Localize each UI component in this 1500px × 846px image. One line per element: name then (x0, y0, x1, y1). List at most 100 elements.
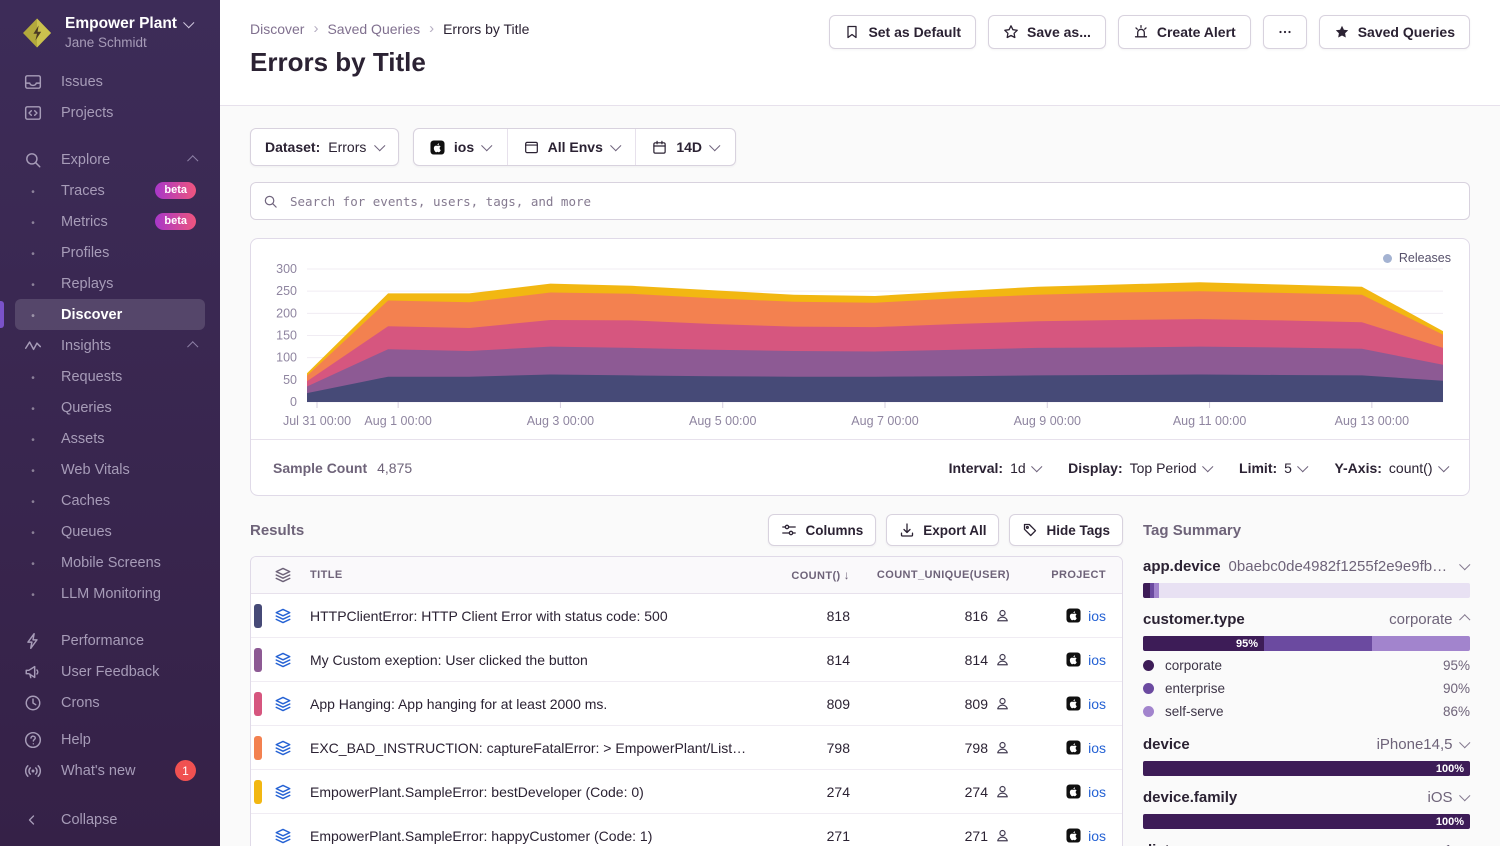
sidebar-item-assets[interactable]: Assets (15, 423, 205, 454)
columns-button[interactable]: Columns (768, 514, 876, 546)
breadcrumb-saved-queries[interactable]: Saved Queries (327, 21, 420, 37)
chevron-up-icon[interactable] (1459, 615, 1470, 626)
chevron-down-icon[interactable] (1459, 559, 1470, 570)
saved-queries-button[interactable]: Saved Queries (1319, 15, 1470, 49)
facet-legend-row: enterprise90% (1143, 677, 1470, 700)
breadcrumb-discover[interactable]: Discover (250, 21, 304, 37)
sidebar-item-traces[interactable]: Tracesbeta (15, 175, 205, 206)
user-feedback-icon (24, 663, 42, 681)
facet-legend-row: corporate95% (1143, 654, 1470, 677)
facet-top-value: 0baebc0de4982f1255f2e9e9fb7… (1229, 558, 1453, 575)
facet-header[interactable]: customer.typecorporate (1143, 609, 1470, 629)
search-input[interactable] (288, 193, 1457, 210)
sidebar-item-requests[interactable]: Requests (15, 361, 205, 392)
svg-text:Aug 7 00:00: Aug 7 00:00 (851, 414, 918, 428)
project-filter[interactable]: ios (414, 129, 507, 165)
sidebar-item-label: Queues (61, 524, 112, 540)
project-link[interactable]: ios (1088, 652, 1106, 668)
sidebar-item-web-vitals[interactable]: Web Vitals (15, 454, 205, 485)
table-row[interactable]: App Hanging: App hanging for at least 20… (251, 682, 1122, 726)
column-header-count-unique[interactable]: COUNT_UNIQUE(USER) (850, 569, 1010, 581)
sidebar-item-queues[interactable]: Queues (15, 516, 205, 547)
table-row[interactable]: HTTPClientError: HTTP Client Error with … (251, 594, 1122, 638)
count-unique-value: 814 (850, 652, 1010, 668)
stack-icon[interactable] (274, 827, 292, 845)
project-link[interactable]: ios (1088, 608, 1106, 624)
sidebar-item-crons[interactable]: Crons (15, 687, 205, 718)
limit-select[interactable]: Limit:5 (1239, 460, 1306, 476)
sidebar-item-caches[interactable]: Caches (15, 485, 205, 516)
table-row[interactable]: EmpowerPlant.SampleError: bestDeveloper … (251, 770, 1122, 814)
sidebar-item-replays[interactable]: Replays (15, 268, 205, 299)
save-as-button[interactable]: Save as... (988, 15, 1106, 49)
sidebar-item-llm-monitoring[interactable]: LLM Monitoring (15, 578, 205, 609)
legend-label[interactable]: Releases (1399, 251, 1451, 265)
sidebar-item-discover[interactable]: Discover (15, 299, 205, 330)
help-icon (24, 731, 42, 749)
sidebar-item-metrics[interactable]: Metricsbeta (15, 206, 205, 237)
sidebar-collapse-button[interactable]: Collapse (15, 800, 205, 840)
sidebar-item-performance[interactable]: Performance (15, 625, 205, 656)
interval-select[interactable]: Interval:1d (949, 460, 1041, 476)
chevron-down-icon[interactable] (1459, 737, 1470, 748)
facet-header[interactable]: dist1 (1143, 840, 1470, 846)
sidebar-group-explore[interactable]: Explore (15, 144, 205, 175)
sidebar-group-insights[interactable]: Insights (15, 330, 205, 361)
stack-icon[interactable] (274, 651, 292, 669)
svg-text:Aug 9 00:00: Aug 9 00:00 (1014, 414, 1081, 428)
chevron-down-icon (482, 140, 493, 151)
stack-icon[interactable] (274, 783, 292, 801)
facet-header[interactable]: device.familyiOS (1143, 787, 1470, 807)
sidebar-item-mobile-screens[interactable]: Mobile Screens (15, 547, 205, 578)
dataset-filter[interactable]: Dataset: Errors (250, 128, 399, 166)
stack-icon[interactable] (274, 607, 292, 625)
project-cell: ios (1010, 652, 1122, 668)
control-value: Top Period (1130, 460, 1197, 476)
table-row[interactable]: My Custom exeption: User clicked the but… (251, 638, 1122, 682)
facet-name: app.device (1143, 558, 1221, 575)
date-range-filter[interactable]: 14D (635, 129, 734, 165)
more-options-button[interactable] (1263, 15, 1307, 49)
display-select[interactable]: Display:Top Period (1068, 460, 1211, 476)
sidebar-item-label: Replays (61, 276, 113, 292)
chevron-down-icon[interactable] (1459, 790, 1470, 801)
set-as-default-button[interactable]: Set as Default (829, 15, 976, 49)
org-switcher[interactable]: Empower Plant Jane Schmidt (0, 0, 220, 62)
column-header-title[interactable]: TITLE (310, 569, 760, 581)
sidebar-item-queries[interactable]: Queries (15, 392, 205, 423)
y-axis-select[interactable]: Y-Axis:count() (1334, 460, 1447, 476)
column-header-count[interactable]: COUNT()↓ (760, 568, 850, 582)
create-alert-button[interactable]: Create Alert (1118, 15, 1251, 49)
stack-icon[interactable] (274, 695, 292, 713)
project-cell: ios (1010, 608, 1122, 624)
stack-icon[interactable] (274, 739, 292, 757)
error-title: EmpowerPlant.SampleError: bestDeveloper … (310, 784, 760, 800)
sidebar-group-label: Explore (61, 152, 110, 168)
facet-header[interactable]: deviceiPhone14,5 (1143, 734, 1470, 754)
hide-tags-button[interactable]: Hide Tags (1009, 514, 1123, 546)
project-link[interactable]: ios (1088, 784, 1106, 800)
project-link[interactable]: ios (1088, 740, 1106, 756)
sidebar-item-issues[interactable]: Issues (15, 66, 205, 97)
sidebar-item-what-s-new[interactable]: What's new1 (15, 755, 205, 786)
sidebar-item-user-feedback[interactable]: User Feedback (15, 656, 205, 687)
chevron-up-icon (187, 342, 198, 353)
sidebar-item-label: LLM Monitoring (61, 586, 161, 602)
bullet-icon (24, 493, 42, 509)
project-link[interactable]: ios (1088, 828, 1106, 844)
sidebar-item-projects[interactable]: Projects (15, 97, 205, 128)
facet-header[interactable]: app.device 0baebc0de4982f1255f2e9e9fb7… (1143, 556, 1470, 576)
sidebar-item-help[interactable]: Help (15, 724, 205, 755)
sidebar-item-label: Queries (61, 400, 112, 416)
environment-filter[interactable]: All Envs (507, 129, 636, 165)
apple-icon (430, 140, 445, 155)
table-row[interactable]: EmpowerPlant.SampleError: happyCustomer … (251, 814, 1122, 846)
sidebar-item-profiles[interactable]: Profiles (15, 237, 205, 268)
table-row[interactable]: EXC_BAD_INSTRUCTION: captureFatalError: … (251, 726, 1122, 770)
column-header-project[interactable]: PROJECT (1010, 569, 1122, 581)
export-all-button[interactable]: Export All (886, 514, 999, 546)
control-value: 1d (1010, 460, 1026, 476)
facet-bar-segment: 95% (1143, 636, 1264, 651)
facet-legend: corporate95%enterprise90%self-serve86% (1143, 654, 1470, 723)
project-link[interactable]: ios (1088, 696, 1106, 712)
